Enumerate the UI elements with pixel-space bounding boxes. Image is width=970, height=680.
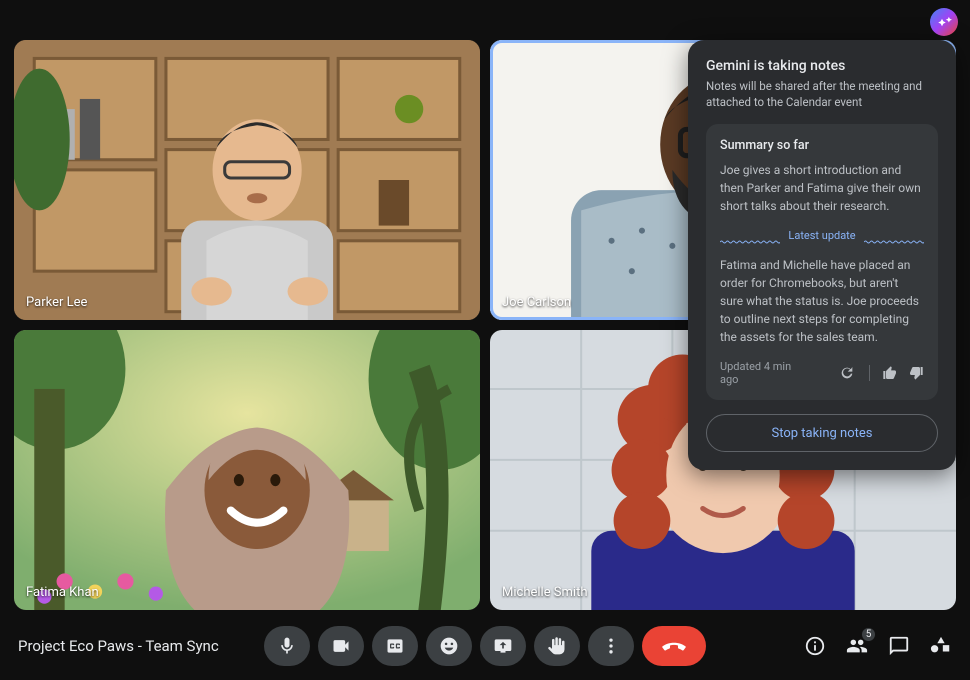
latest-update-text: Fatima and Michelle have placed an order…	[720, 256, 924, 346]
more-vertical-icon	[601, 636, 621, 656]
thumbs-up-button[interactable]	[882, 365, 898, 381]
participant-tile-parker-lee[interactable]: Parker Lee	[14, 40, 480, 320]
wavy-line-right	[864, 234, 924, 238]
gemini-notes-panel: Gemini is taking notes Notes will be sha…	[688, 40, 956, 470]
meeting-details-button[interactable]	[804, 635, 826, 657]
present-screen-icon	[493, 636, 513, 656]
call-controls	[264, 626, 706, 666]
raise-hand-icon	[547, 636, 567, 656]
participant-name-label: Michelle Smith	[502, 585, 588, 600]
hangup-icon	[661, 633, 687, 659]
shapes-icon	[930, 635, 952, 657]
emoji-icon	[439, 636, 459, 656]
participant-name-label: Parker Lee	[26, 295, 87, 310]
participant-count-badge: 5	[861, 627, 876, 642]
panel-title: Gemini is taking notes	[706, 58, 938, 74]
captions-button[interactable]	[372, 626, 418, 666]
wavy-line-left	[720, 234, 780, 238]
people-button[interactable]: 5	[846, 635, 868, 657]
chat-icon	[888, 635, 910, 657]
microphone-icon	[277, 636, 297, 656]
captions-icon	[385, 636, 405, 656]
summary-heading: Summary so far	[720, 138, 924, 153]
camera-button[interactable]	[318, 626, 364, 666]
raise-hand-button[interactable]	[534, 626, 580, 666]
refresh-button[interactable]	[839, 365, 855, 381]
leave-call-button[interactable]	[642, 626, 706, 666]
reactions-button[interactable]	[426, 626, 472, 666]
thumbs-down-button[interactable]	[908, 365, 924, 381]
latest-update-divider: Latest update	[720, 229, 924, 242]
thumbs-down-icon	[908, 365, 924, 381]
summary-card-footer: Updated 4 min ago	[720, 360, 924, 386]
summary-text: Joe gives a short introduction and then …	[720, 161, 924, 215]
more-options-button[interactable]	[588, 626, 634, 666]
participant-video	[14, 330, 480, 610]
activities-button[interactable]	[930, 635, 952, 657]
present-button[interactable]	[480, 626, 526, 666]
thumbs-up-icon	[882, 365, 898, 381]
right-controls: 5	[804, 635, 952, 657]
participant-video	[14, 40, 480, 320]
stop-taking-notes-button[interactable]: Stop taking notes	[706, 414, 938, 452]
sparkle-icon	[937, 15, 952, 30]
participant-name-label: Fatima Khan	[26, 585, 99, 600]
ai-spark-button[interactable]	[930, 8, 958, 36]
meeting-title: Project Eco Paws - Team Sync	[18, 637, 219, 655]
refresh-icon	[839, 365, 855, 381]
divider-label: Latest update	[788, 229, 855, 242]
camera-icon	[331, 636, 351, 656]
updated-timestamp: Updated 4 min ago	[720, 360, 811, 386]
info-icon	[804, 635, 826, 657]
panel-subtitle: Notes will be shared after the meeting a…	[706, 78, 938, 110]
participant-name-label: Joe Carlson	[502, 295, 571, 310]
mic-button[interactable]	[264, 626, 310, 666]
bottom-bar: Project Eco Paws - Team Sync	[0, 612, 970, 680]
chat-button[interactable]	[888, 635, 910, 657]
participant-tile-fatima-khan[interactable]: Fatima Khan	[14, 330, 480, 610]
stop-button-label: Stop taking notes	[771, 426, 872, 441]
summary-card: Summary so far Joe gives a short introdu…	[706, 124, 938, 400]
